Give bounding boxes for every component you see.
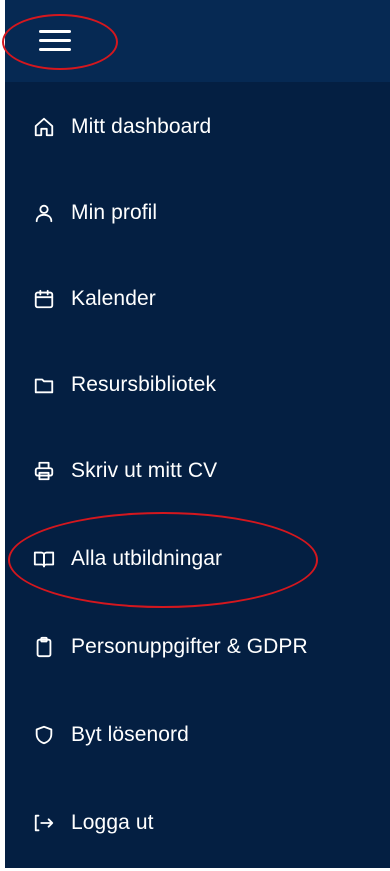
- nav-item-personuppgifter-gdpr[interactable]: Personuppgifter & GDPR: [33, 627, 373, 667]
- nav-item-label: Mitt dashboard: [71, 115, 212, 138]
- nav-item-skriv-ut-mitt-cv[interactable]: Skriv ut mitt CV: [33, 451, 373, 491]
- nav-item-label: Skriv ut mitt CV: [71, 459, 218, 482]
- nav-item-label: Min profil: [71, 201, 158, 224]
- nav-item-min-profil[interactable]: Min profil: [33, 193, 373, 233]
- home-icon: [33, 114, 59, 140]
- drawer-header: [5, 0, 390, 82]
- nav-item-byt-losenord[interactable]: Byt lösenord: [33, 715, 373, 755]
- book-open-icon: [33, 546, 59, 572]
- user-icon: [33, 200, 59, 226]
- logout-icon: [33, 810, 59, 836]
- nav-item-alla-utbildningar[interactable]: Alla utbildningar: [33, 539, 373, 579]
- nav-item-label: Logga ut: [71, 811, 154, 834]
- nav-item-logga-ut[interactable]: Logga ut: [33, 803, 373, 843]
- nav-item-label: Kalender: [71, 287, 156, 310]
- nav-item-resursbibliotek[interactable]: Resursbibliotek: [33, 365, 373, 405]
- shield-icon: [33, 722, 59, 748]
- calendar-icon: [33, 286, 59, 312]
- nav-item-label: Byt lösenord: [71, 723, 189, 746]
- nav-item-mitt-dashboard[interactable]: Mitt dashboard: [33, 107, 373, 147]
- clipboard-icon: [33, 634, 59, 660]
- hamburger-line: [39, 48, 71, 51]
- hamburger-line: [39, 39, 71, 42]
- hamburger-menu-icon[interactable]: [39, 27, 71, 55]
- nav-item-kalender[interactable]: Kalender: [33, 279, 373, 319]
- folder-icon: [33, 372, 59, 398]
- nav-item-label: Resursbibliotek: [71, 373, 217, 396]
- nav-item-label: Personuppgifter & GDPR: [71, 635, 308, 658]
- navigation-drawer: Mitt dashboard Min profil Kalender Resur…: [5, 0, 390, 871]
- nav-item-label: Alla utbildningar: [71, 547, 223, 570]
- hamburger-line: [39, 30, 71, 33]
- printer-icon: [33, 458, 59, 484]
